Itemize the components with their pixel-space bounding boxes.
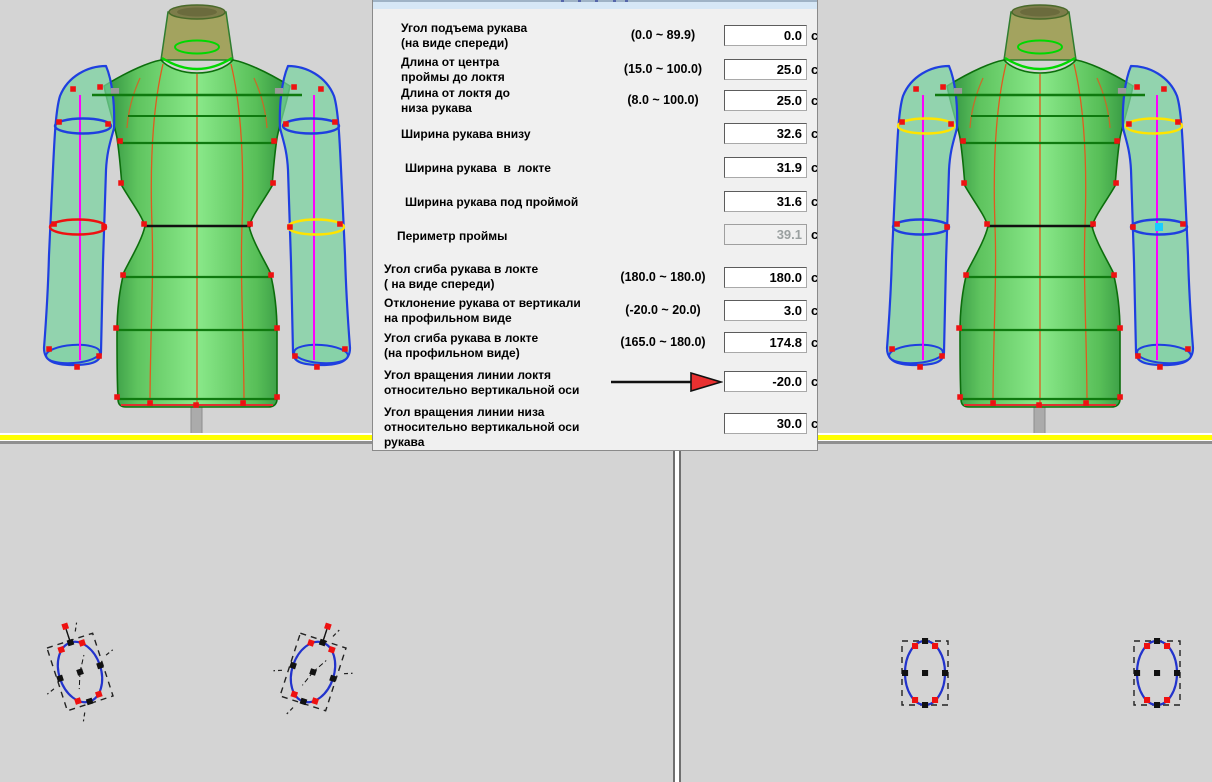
pointer-arrow-annotation	[611, 372, 723, 392]
cross-sections-layer	[0, 445, 1212, 782]
elbow-section-upright-left[interactable]	[902, 641, 948, 705]
param-range: (180.0 ~ 180.0)	[620, 270, 706, 284]
param-label: Периметр проймы	[397, 229, 508, 243]
param-range: (15.0 ~ 100.0)	[623, 62, 703, 76]
param-value-input[interactable]: 31.6	[724, 191, 807, 212]
mannequin-right	[843, 0, 1212, 446]
param-label: Ширина рукава в локте	[405, 161, 551, 175]
unit-label: с	[811, 303, 818, 318]
unit-label: с	[811, 160, 818, 175]
unit-label: с	[811, 416, 818, 431]
param-label: Ширина рукава внизу	[401, 127, 531, 141]
param-value-input[interactable]: 25.0	[724, 59, 807, 80]
param-value-input[interactable]: 0.0	[724, 25, 807, 46]
param-value-input[interactable]: 25.0	[724, 90, 807, 111]
unit-label: с	[811, 270, 818, 285]
sleeve-parameters-dialog: Угол подъема рукава (на виде спереди) (0.…	[372, 0, 818, 451]
param-label: Длина от локтя до низа рукава	[401, 86, 511, 115]
elbow-section-rotated-left[interactable]	[29, 615, 131, 730]
param-label: Угол вращения линии локтя относительно в…	[384, 368, 580, 397]
unit-label: с	[811, 28, 818, 43]
param-value-input[interactable]: 180.0	[724, 267, 807, 288]
param-range: (8.0 ~ 100.0)	[627, 93, 699, 107]
dialog-title-strip	[373, 0, 817, 9]
param-range: (165.0 ~ 180.0)	[620, 335, 706, 349]
param-label: Угол вращения линии низа относительно ве…	[384, 405, 580, 449]
unit-label: с	[811, 126, 818, 141]
unit-label: с	[811, 374, 818, 389]
param-value-input[interactable]: 32.6	[724, 123, 807, 144]
param-range: (0.0 ~ 89.9)	[630, 28, 696, 42]
param-label: Длина от центра проймы до локтя	[401, 55, 505, 84]
unit-label: с	[811, 227, 818, 242]
param-value-input[interactable]: 174.8	[724, 332, 807, 353]
param-range: (-20.0 ~ 20.0)	[625, 303, 701, 317]
unit-label: с	[811, 62, 818, 77]
param-value-readonly: 39.1	[724, 224, 807, 245]
elbow-section-upright-right[interactable]	[1134, 641, 1180, 705]
param-value-input[interactable]: 31.9	[724, 157, 807, 178]
param-label: Угол подъема рукава (на виде спереди)	[401, 21, 528, 50]
param-value-input[interactable]: 3.0	[724, 300, 807, 321]
elbow-section-rotated-right[interactable]	[262, 615, 364, 730]
mannequin-left	[0, 0, 372, 446]
unit-label: с	[811, 194, 818, 209]
unit-label: с	[811, 93, 818, 108]
param-label: Угол сгиба рукава в локте (на профильном…	[384, 331, 539, 360]
param-label: Ширина рукава под проймой	[405, 195, 579, 209]
param-value-input[interactable]: 30.0	[724, 413, 807, 434]
param-label: Угол сгиба рукава в локте ( на виде спер…	[384, 262, 539, 291]
unit-label: с	[811, 335, 818, 350]
param-label: Отклонение рукава от вертикали на профил…	[384, 296, 581, 325]
param-value-input[interactable]: -20.0	[724, 371, 807, 392]
